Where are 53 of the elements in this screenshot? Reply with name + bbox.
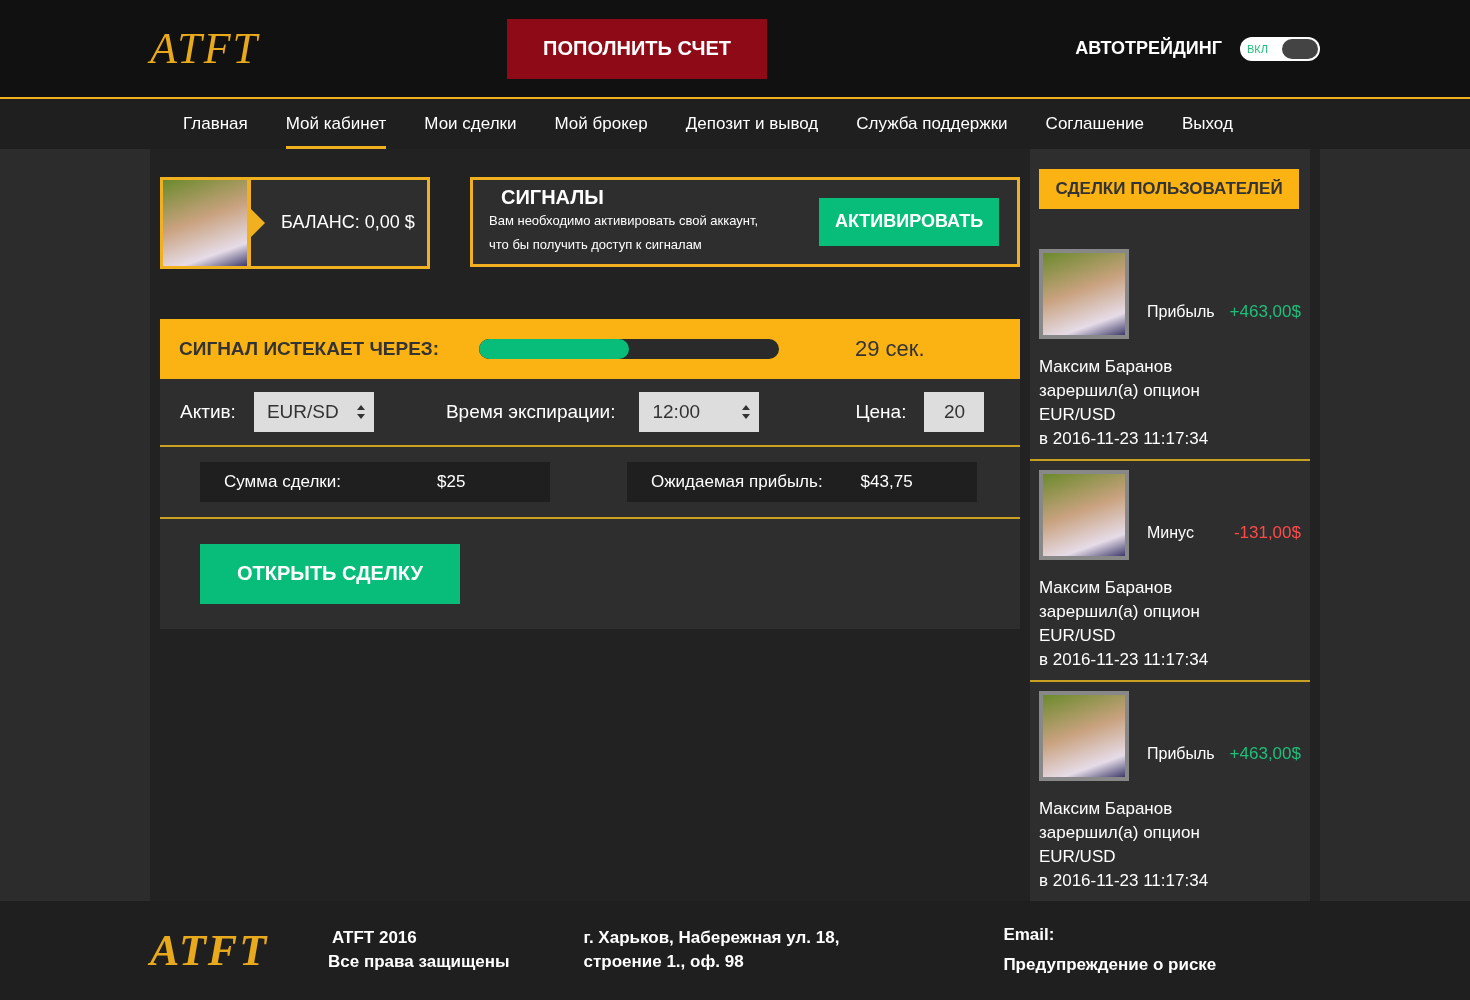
- timer-reading: 29 сек.: [855, 335, 925, 362]
- asset-label: Актив:: [180, 400, 236, 423]
- result-label: Прибыль: [1147, 302, 1215, 321]
- result-amount: -131,00$: [1233, 522, 1301, 543]
- balance-text: БАЛАНС: 0,00 $: [281, 212, 415, 234]
- copyright-text: ATFT 2016: [332, 927, 418, 950]
- profit-value: $43,75: [860, 471, 913, 492]
- deal-asset: EUR/USD: [1039, 624, 1117, 647]
- deal-action: зарершил(а) опцион: [1039, 600, 1201, 623]
- autotrading-label: АВТОТРЕЙДИНГ: [1075, 38, 1222, 60]
- deal-user-name: Максим Баранов: [1039, 355, 1174, 378]
- nav-link[interactable]: Главная: [183, 99, 248, 149]
- spinner-icon: [355, 403, 366, 420]
- signals-text: Вам необходимо активировать свой аккаунт,: [489, 212, 759, 231]
- result-amount: +463,00$: [1229, 743, 1301, 764]
- pointer-icon: [251, 208, 265, 237]
- deal-user-name: Максим Баранов: [1039, 797, 1174, 820]
- deal-time: в 2016-11-23 11:17:34: [1039, 427, 1210, 450]
- nav-link[interactable]: Служба поддержки: [856, 99, 1008, 149]
- signals-title: СИГНАЛЫ: [501, 186, 605, 210]
- nav-link[interactable]: Мои сделки: [424, 99, 517, 149]
- expiry-select[interactable]: 12:00: [639, 391, 760, 432]
- profit-label: Ожидаемая прибыль:: [651, 471, 823, 492]
- asset-select[interactable]: EUR/SD: [253, 391, 374, 432]
- nav-link[interactable]: Депозит и вывод: [685, 99, 819, 149]
- price-label: Цена:: [855, 400, 907, 423]
- result-amount: +463,00$: [1229, 301, 1301, 322]
- amount-label: Сумма сделки:: [224, 471, 342, 492]
- expiry-label: Время экспирации:: [445, 400, 616, 423]
- nav-link[interactable]: Соглашение: [1045, 99, 1144, 149]
- signals-text: что бы получить доступ к сигналам: [489, 236, 703, 255]
- deal-asset: EUR/USD: [1039, 403, 1117, 426]
- deal-asset: EUR/USD: [1039, 845, 1117, 868]
- deal-action: зарершил(а) опцион: [1039, 379, 1201, 402]
- result-label: Прибыль: [1147, 744, 1215, 763]
- nav-link[interactable]: Мой брокер: [554, 99, 648, 149]
- result-label: Минус: [1147, 523, 1194, 542]
- price-field[interactable]: 20: [924, 391, 985, 432]
- address-text: г. Харьков, Набережная ул. 18,: [583, 927, 840, 950]
- deal-action: зарершил(а) опцион: [1039, 821, 1201, 844]
- nav-link[interactable]: Выход: [1182, 99, 1233, 149]
- amount-value: $25: [437, 471, 466, 492]
- deal-time: в 2016-11-23 11:17:34: [1039, 648, 1210, 671]
- deal-user-name: Максим Баранов: [1039, 576, 1174, 599]
- copyright-text: Все права защищены: [328, 951, 510, 974]
- user-deals-title: СДЕЛКИ ПОЛЬЗОВАТЕЛЕЙ: [1039, 168, 1299, 209]
- risk-warning-link[interactable]: Предупреждение о риске: [1003, 953, 1217, 978]
- timer-label: СИГНАЛ ИСТЕКАЕТ ЧЕРЕЗ:: [179, 337, 441, 360]
- spinner-icon: [741, 403, 752, 420]
- deposit-button[interactable]: ПОПОЛНИТЬ СЧЕТ: [507, 18, 768, 79]
- email-label: Email:: [1003, 924, 1056, 947]
- deal-time: в 2016-11-23 11:17:34: [1039, 869, 1210, 892]
- address-text: строение 1., оф. 98: [583, 951, 745, 974]
